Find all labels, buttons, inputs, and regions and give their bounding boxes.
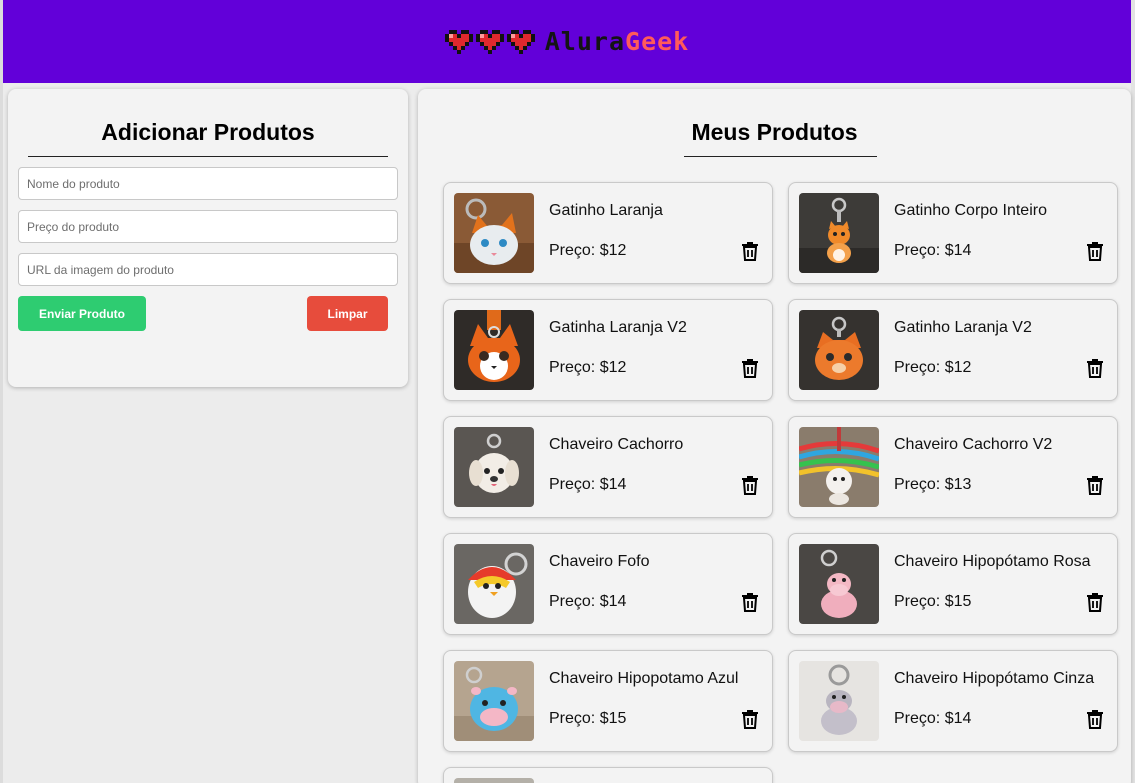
heart-icon <box>506 29 535 54</box>
trash-icon[interactable] <box>1086 241 1104 261</box>
hippo-blue-keychain-image <box>454 661 534 741</box>
add-product-panel: Adicionar Produtos Enviar Produto Limpar <box>8 89 408 387</box>
add-panel-title: Adicionar Produtos <box>101 119 315 145</box>
brand-name-part2: Geek <box>625 27 690 56</box>
window-left-edge <box>0 0 3 783</box>
product-price: Preço: $14 <box>894 710 972 727</box>
product-price: Preço: $15 <box>894 593 972 610</box>
product-name: Gatinho Laranja V2 <box>894 319 1032 336</box>
trash-icon[interactable] <box>1086 358 1104 378</box>
product-card: Chaveiro Hipopótamo Cinza Preço: $14 <box>788 650 1118 752</box>
trash-icon[interactable] <box>741 358 759 378</box>
trash-icon[interactable] <box>741 592 759 612</box>
trash-icon[interactable] <box>741 241 759 261</box>
products-panel: Meus Produtos Gatinho Laranja Preço: $12… <box>418 89 1131 783</box>
cat-orange-v2-keychain-image <box>454 310 534 390</box>
trash-icon[interactable] <box>741 475 759 495</box>
product-name: Gatinho Laranja <box>549 202 663 219</box>
product-name: Chaveiro Cachorro V2 <box>894 436 1053 453</box>
heart-icon <box>444 29 473 54</box>
product-card: Chaveiro Fofo Preço: $14 <box>443 533 773 635</box>
product-name: Chaveiro Hipopótamo Rosa <box>894 553 1091 570</box>
brand-logo[interactable]: AluraGeek <box>444 27 689 56</box>
hippo-gray-keychain-image <box>799 661 879 741</box>
dog-v2-keychain-image <box>799 427 879 507</box>
scrollbar[interactable] <box>1131 0 1135 783</box>
cat-orange-face-keychain-image <box>799 310 879 390</box>
cat-fullbody-keychain-image <box>799 193 879 273</box>
product-card: Gatinho Corpo Inteiro Preço: $14 <box>788 182 1118 284</box>
product-price: Preço: $12 <box>549 242 627 259</box>
product-name: Chaveiro Cachorro <box>549 436 684 453</box>
hearts <box>444 29 535 54</box>
fluffy-keychain-image <box>454 544 534 624</box>
trash-icon[interactable] <box>1086 475 1104 495</box>
product-name: Chaveiro Hipopótamo Cinza <box>894 670 1095 687</box>
divider <box>28 156 388 157</box>
trash-icon[interactable] <box>1086 592 1104 612</box>
heart-icon <box>475 29 504 54</box>
product-image <box>454 778 534 783</box>
product-name: Gatinho Corpo Inteiro <box>894 202 1047 219</box>
product-price: Preço: $15 <box>549 710 627 727</box>
product-card: Chaveiro Cachorro Preço: $14 <box>443 416 773 518</box>
product-name: Chaveiro Fofo <box>549 553 650 570</box>
product-image-url-input[interactable] <box>18 253 398 286</box>
brand-name: AluraGeek <box>545 27 689 56</box>
clear-button[interactable]: Limpar <box>307 296 388 331</box>
product-card: Gatinha Laranja V2 Preço: $12 <box>443 299 773 401</box>
product-price: Preço: $14 <box>549 593 627 610</box>
trash-icon[interactable] <box>741 709 759 729</box>
product-name-input[interactable] <box>18 167 398 200</box>
product-card: Chaveiro Hipopótamo Rosa Preço: $15 <box>788 533 1118 635</box>
product-price-input[interactable] <box>18 210 398 243</box>
trash-icon[interactable] <box>1086 709 1104 729</box>
hippo-pink-keychain-image <box>799 544 879 624</box>
dog-keychain-image <box>454 427 534 507</box>
product-card: Chaveiro Cachorro V2 Preço: $13 <box>788 416 1118 518</box>
product-price: Preço: $13 <box>894 476 972 493</box>
product-price: Preço: $12 <box>894 359 972 376</box>
products-panel-title: Meus Produtos <box>691 119 858 145</box>
divider <box>684 156 877 157</box>
cat-orange-keychain-image <box>454 193 534 273</box>
product-price: Preço: $14 <box>549 476 627 493</box>
product-grid: Gatinho Laranja Preço: $12 Gatinho Corpo… <box>443 182 1118 783</box>
brand-name-part1: Alura <box>544 27 626 56</box>
send-product-button[interactable]: Enviar Produto <box>18 296 146 331</box>
product-card: Gatinho Laranja V2 Preço: $12 <box>788 299 1118 401</box>
product-price: Preço: $14 <box>894 242 972 259</box>
header: AluraGeek <box>3 0 1131 83</box>
product-name: Chaveiro Hipopotamo Azul <box>549 670 739 687</box>
product-card: Chaveiro Hipopotamo Azul Preço: $15 <box>443 650 773 752</box>
product-name: Gatinha Laranja V2 <box>549 319 687 336</box>
product-price: Preço: $12 <box>549 359 627 376</box>
product-card: Gatinho Laranja Preço: $12 <box>443 182 773 284</box>
product-card <box>443 767 773 783</box>
